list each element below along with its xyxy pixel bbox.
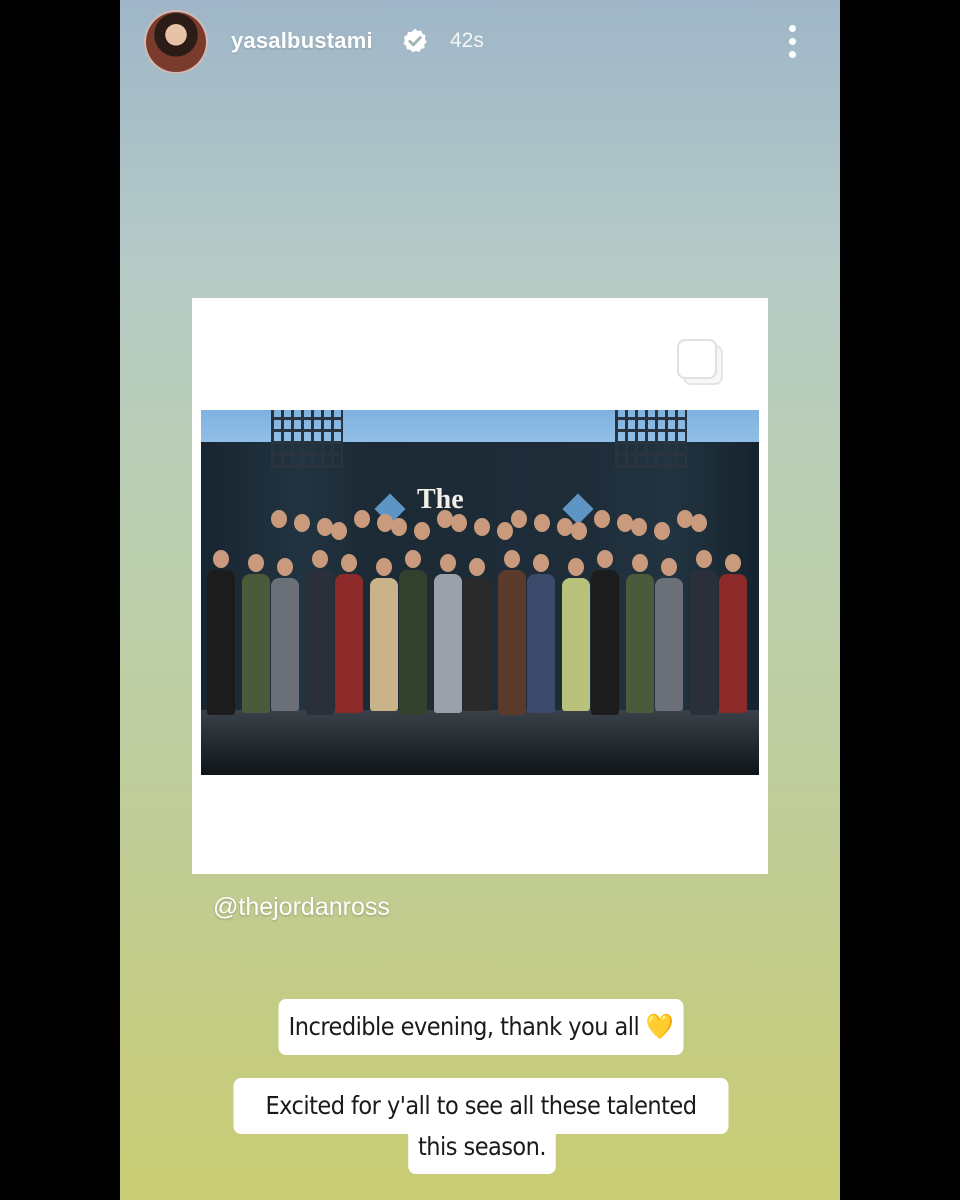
crowd-head [571,522,587,540]
crowd-head [597,550,613,568]
crowd-head [691,514,707,532]
crowd-head [391,518,407,536]
crowd-head [271,510,287,528]
profile-username[interactable]: yasalbustami [231,28,373,54]
crowd-head [504,550,520,568]
crowd-person [655,578,683,711]
crowd-head [497,522,513,540]
story-frame: yasalbustami 42s The @thejordanross Incr… [120,0,840,1200]
crowd-person [306,570,334,715]
verified-badge-icon [403,28,427,53]
crowd-head [469,558,485,576]
caption-line-2b: this season. [408,1120,556,1174]
crowd-head [631,518,647,536]
crowd-head [354,510,370,528]
carousel-icon [677,339,723,385]
crowd-person [463,578,491,711]
crowd-head [376,558,392,576]
mention-link[interactable]: @thejordanross [213,893,390,922]
crowd-head [654,522,670,540]
stage-truss-right [615,410,687,468]
group-photo: The [201,410,759,775]
crowd-head [414,522,430,540]
crowd-head [661,558,677,576]
crowd-person [626,574,654,713]
crowd-head [341,554,357,572]
crowd-person [271,578,299,711]
crowd-head [277,558,293,576]
crowd-head [568,558,584,576]
crowd-head [696,550,712,568]
crowd-head [511,510,527,528]
stage-truss-left [271,410,343,468]
crowd-head [248,554,264,572]
crowd-person [335,574,363,713]
crowd-person [434,574,462,713]
crowd-head [474,518,490,536]
crowd-person [527,574,555,713]
crowd-person [399,570,427,715]
crowd-head [451,514,467,532]
crowd-person [207,570,235,715]
crowd-person [591,570,619,715]
story-header: yasalbustami 42s [120,0,840,84]
crowd-head [440,554,456,572]
crowd-head [294,514,310,532]
crowd-person [242,574,270,713]
crowd-head [632,554,648,572]
crowd-head [594,510,610,528]
crowd-person [370,578,398,711]
crowd-head [534,514,550,532]
crowd-head [312,550,328,568]
crowd-head [331,522,347,540]
crowd-person [690,570,718,715]
more-options-icon[interactable] [782,22,802,62]
crowd-person [498,570,526,715]
crowd-head [533,554,549,572]
story-timestamp: 42s [450,29,484,52]
crowd-head [405,550,421,568]
crowd-head [725,554,741,572]
crowd-person [562,578,590,711]
profile-avatar[interactable] [144,10,208,74]
crowd-head [213,550,229,568]
stage-floor [201,710,759,775]
crowd-person [719,574,747,713]
caption-line-1: Incredible evening, thank you all 💛 [278,999,684,1055]
